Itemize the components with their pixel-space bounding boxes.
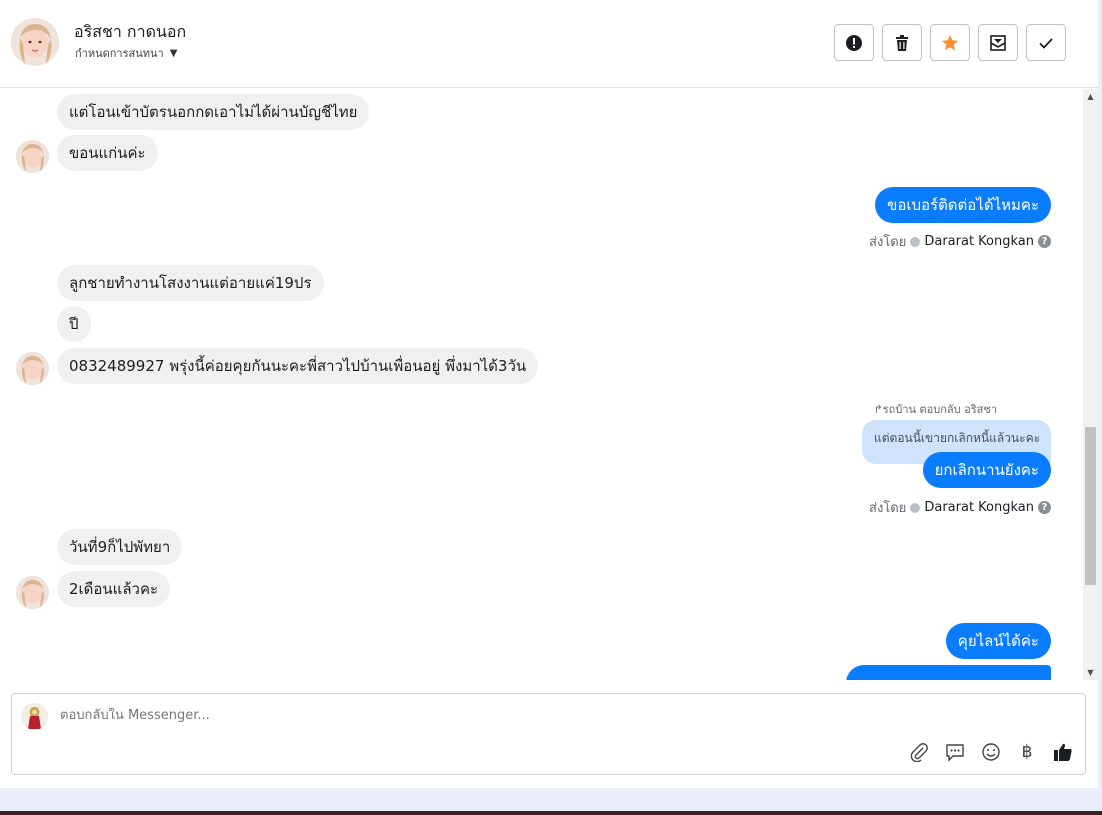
saved-reply-icon[interactable] bbox=[944, 741, 966, 763]
contact-avatar-small bbox=[16, 352, 49, 385]
emoji-icon[interactable] bbox=[980, 741, 1002, 763]
agent-status-icon bbox=[910, 236, 921, 247]
message-thread[interactable]: แต่โอนเข้าบัตรนอกกดเอาไม่ได้ผ่านบัญชีไทย… bbox=[0, 89, 1083, 680]
star-button[interactable] bbox=[930, 24, 970, 61]
reply-input[interactable] bbox=[60, 708, 660, 723]
composer-tools: ฿ bbox=[908, 741, 1074, 763]
message-outgoing[interactable]: ขอเบอร์ติดต่อได้ไหมคะ bbox=[875, 187, 1051, 223]
message-outgoing-partial[interactable] bbox=[846, 665, 1051, 680]
sent-by-label: ส่งโดย bbox=[869, 235, 907, 250]
agent-name: Dararat Kongkan bbox=[924, 234, 1034, 249]
message-incoming[interactable]: 0832489927 พรุ่งนี้ค่อยคุยกันนะคะพี่สาวไ… bbox=[57, 348, 539, 384]
footer-line bbox=[0, 811, 1102, 815]
scroll-thumb[interactable] bbox=[1085, 427, 1096, 585]
delete-button[interactable] bbox=[882, 24, 922, 61]
assign-label: กำหนดการสนทนา bbox=[75, 47, 164, 60]
sent-by-label: ส่งโดย bbox=[869, 501, 907, 516]
message-incoming[interactable]: ขอนแก่นค่ะ bbox=[57, 135, 158, 171]
exclamation-icon bbox=[846, 34, 862, 51]
sent-by-line: ส่งโดย Dararat Kongkan ? bbox=[869, 497, 1051, 518]
message-incoming[interactable]: 2เดือนแล้วคะ bbox=[57, 571, 171, 607]
scroll-up-arrow-icon[interactable]: ▲ bbox=[1083, 89, 1098, 104]
conversation-header: อริสชา กาดนอก กำหนดการสนทนา ▼ bbox=[0, 0, 1098, 88]
spam-button[interactable] bbox=[834, 24, 874, 61]
reply-context: ↱รถบ้าน ตอบกลับ อริสชา bbox=[873, 403, 997, 416]
done-button[interactable] bbox=[1026, 24, 1066, 61]
help-icon[interactable]: ? bbox=[1038, 501, 1051, 514]
message-outgoing[interactable]: คุยไลน์ได้ค่ะ bbox=[945, 623, 1051, 659]
window-edge bbox=[1098, 0, 1102, 788]
reply-composer: ฿ bbox=[11, 693, 1086, 775]
thumbs-up-icon[interactable] bbox=[1052, 741, 1074, 763]
message-incoming[interactable]: วันที่9ก็ไปพัทยา bbox=[57, 529, 183, 565]
thread-scrollbar[interactable]: ▲ ▼ bbox=[1083, 89, 1098, 680]
message-outgoing[interactable]: ยกเลิกนานยังคะ bbox=[922, 452, 1051, 488]
contact-avatar-small bbox=[16, 576, 49, 609]
trash-icon bbox=[896, 34, 908, 51]
baht-icon[interactable]: ฿ bbox=[1016, 741, 1038, 763]
agent-name: Dararat Kongkan bbox=[924, 500, 1034, 515]
page-avatar bbox=[21, 703, 48, 730]
assign-conversation-dropdown[interactable]: กำหนดการสนทนา ▼ bbox=[75, 44, 177, 62]
star-icon bbox=[942, 34, 958, 50]
contact-name[interactable]: อริสชา กาดนอก bbox=[74, 20, 186, 45]
contact-avatar[interactable] bbox=[11, 18, 59, 66]
mark-unread-button[interactable] bbox=[978, 24, 1018, 61]
header-actions bbox=[834, 24, 1066, 61]
message-incoming[interactable]: แต่โอนเข้าบัตรนอกกดเอาไม่ได้ผ่านบัญชีไทย bbox=[57, 94, 370, 130]
check-icon bbox=[1039, 37, 1053, 49]
paperclip-icon[interactable] bbox=[908, 741, 930, 763]
scroll-down-arrow-icon[interactable]: ▼ bbox=[1083, 665, 1098, 680]
sent-by-line: ส่งโดย Dararat Kongkan ? bbox=[869, 231, 1051, 252]
envelope-icon bbox=[990, 34, 1006, 51]
agent-status-icon bbox=[910, 502, 921, 513]
message-incoming[interactable]: ปี bbox=[57, 306, 91, 342]
contact-avatar-small bbox=[16, 140, 49, 173]
help-icon[interactable]: ? bbox=[1038, 235, 1051, 248]
message-incoming[interactable]: ลูกชายทำงานโสงงานแต่อายแค่19ปร bbox=[57, 265, 324, 301]
caret-down-icon: ▼ bbox=[169, 47, 178, 59]
